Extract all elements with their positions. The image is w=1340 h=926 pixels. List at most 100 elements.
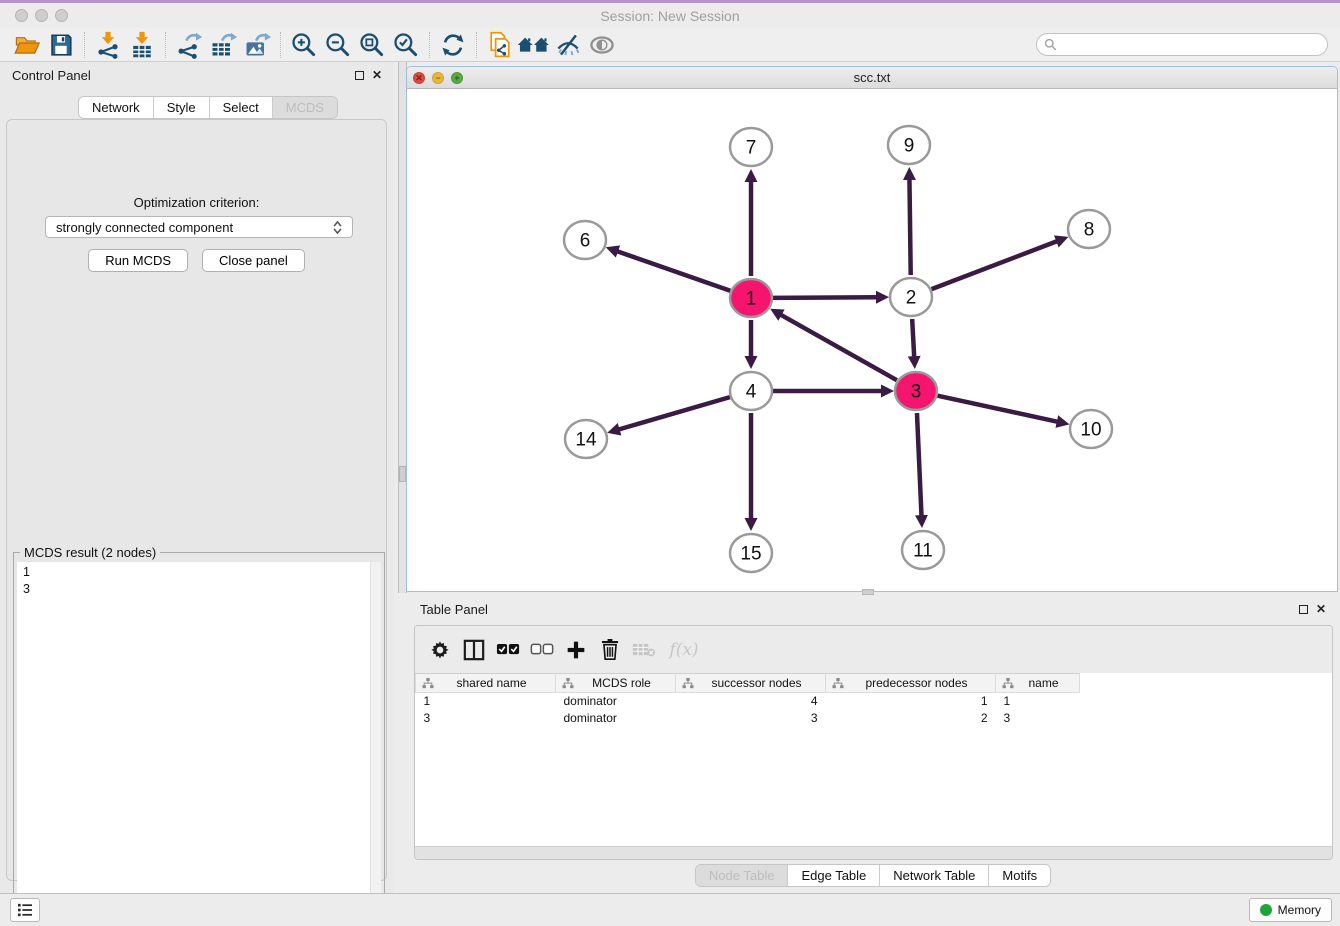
table-row[interactable]: 1dominator411 bbox=[416, 693, 1333, 710]
edge-2-9[interactable] bbox=[909, 179, 910, 275]
column-header-successor-nodes[interactable]: successor nodes bbox=[676, 674, 826, 693]
dropdown-stepper-icon bbox=[333, 221, 342, 234]
column-header-MCDS-role[interactable]: MCDS role bbox=[556, 674, 676, 693]
node-1[interactable]: 1 bbox=[730, 279, 772, 317]
import-network-icon[interactable] bbox=[91, 30, 125, 60]
close-table-panel-icon[interactable]: ✕ bbox=[1316, 603, 1326, 615]
float-panel-icon[interactable] bbox=[355, 71, 364, 80]
column-header-name[interactable]: name bbox=[996, 674, 1080, 693]
node-8[interactable]: 8 bbox=[1068, 210, 1110, 248]
node-14[interactable]: 14 bbox=[565, 420, 607, 458]
cell[interactable]: 1 bbox=[416, 693, 556, 710]
delete-table-icon bbox=[629, 635, 659, 665]
column-header-predecessor-nodes[interactable]: predecessor nodes bbox=[826, 674, 996, 693]
node-11[interactable]: 11 bbox=[902, 531, 944, 569]
table-row[interactable]: 3dominator323 bbox=[416, 710, 1333, 727]
node-15[interactable]: 15 bbox=[730, 534, 772, 572]
tab-network-table[interactable]: Network Table bbox=[880, 865, 989, 886]
cell[interactable]: 3 bbox=[416, 710, 556, 727]
export-network-icon[interactable] bbox=[172, 30, 206, 60]
vertical-splitter-grip[interactable] bbox=[399, 466, 406, 482]
cell[interactable]: 2 bbox=[826, 710, 996, 727]
open-session-icon[interactable] bbox=[10, 30, 44, 60]
node-4[interactable]: 4 bbox=[730, 372, 772, 410]
list-icon bbox=[17, 903, 33, 917]
export-image-icon[interactable] bbox=[240, 30, 274, 60]
cell[interactable]: 3 bbox=[676, 710, 826, 727]
node-table: shared nameMCDS rolesuccessor nodesprede… bbox=[415, 673, 1332, 727]
node-10[interactable]: 10 bbox=[1070, 410, 1112, 448]
attributes-gear-icon[interactable] bbox=[425, 635, 455, 665]
cell[interactable]: 3 bbox=[996, 710, 1080, 727]
home-icon[interactable] bbox=[517, 30, 551, 60]
edge-2-8[interactable] bbox=[932, 241, 1058, 289]
node-6[interactable]: 6 bbox=[564, 221, 606, 259]
optimization-label: Optimization criterion: bbox=[7, 195, 386, 210]
delete-column-icon[interactable] bbox=[595, 635, 625, 665]
add-column-icon[interactable] bbox=[561, 635, 591, 665]
refresh-icon[interactable] bbox=[436, 30, 470, 60]
search-box[interactable] bbox=[1036, 33, 1328, 56]
node-2[interactable]: 2 bbox=[890, 278, 932, 316]
edge-1-6[interactable] bbox=[617, 251, 730, 291]
toolbar-separator bbox=[165, 32, 166, 58]
node-7[interactable]: 7 bbox=[730, 128, 772, 166]
memory-button[interactable]: Memory bbox=[1249, 898, 1332, 922]
import-table-icon[interactable] bbox=[125, 30, 159, 60]
close-panel-button[interactable]: Close panel bbox=[202, 249, 305, 272]
cell[interactable]: 1 bbox=[996, 693, 1080, 710]
split-panel-icon[interactable] bbox=[459, 635, 489, 665]
svg-text:10: 10 bbox=[1080, 420, 1101, 441]
style-preview-icon[interactable] bbox=[551, 30, 585, 60]
export-table-icon[interactable] bbox=[206, 30, 240, 60]
cell[interactable]: 1 bbox=[826, 693, 996, 710]
search-input[interactable] bbox=[1061, 38, 1327, 52]
node-table-header: shared nameMCDS rolesuccessor nodesprede… bbox=[416, 674, 1333, 693]
network-canvas[interactable]: 1 2 3 4 6 7 8 9 10 11 14 15 bbox=[407, 89, 1337, 592]
toolbar-separator bbox=[84, 32, 85, 58]
cell[interactable]: dominator bbox=[556, 693, 676, 710]
zoom-in-icon[interactable] bbox=[287, 30, 321, 60]
tab-node-table[interactable]: Node Table bbox=[696, 865, 789, 886]
edge-3-11[interactable] bbox=[917, 413, 922, 516]
save-session-icon[interactable] bbox=[44, 30, 78, 60]
node-3[interactable]: 3 bbox=[895, 372, 937, 410]
tab-network[interactable]: Network bbox=[79, 97, 154, 118]
deselect-all-columns-icon[interactable] bbox=[527, 635, 557, 665]
svg-text:3: 3 bbox=[911, 382, 922, 403]
edge-4-14[interactable] bbox=[619, 397, 730, 429]
mcds-result-scrollbar[interactable] bbox=[370, 562, 381, 925]
tab-edge-table[interactable]: Edge Table bbox=[788, 865, 880, 886]
edge-1-2[interactable] bbox=[773, 297, 877, 298]
tab-select[interactable]: Select bbox=[210, 97, 273, 118]
application-window: Session: New Session Control Panel ✕ Net… bbox=[0, 0, 1340, 926]
svg-text:11: 11 bbox=[913, 541, 933, 562]
svg-text:7: 7 bbox=[746, 138, 757, 159]
select-all-columns-icon[interactable] bbox=[493, 635, 523, 665]
edge-3-1[interactable] bbox=[781, 315, 897, 381]
tab-mcds[interactable]: MCDS bbox=[273, 97, 337, 118]
task-history-button[interactable] bbox=[10, 898, 40, 922]
edge-3-10[interactable] bbox=[937, 396, 1057, 422]
column-header-shared-name[interactable]: shared name bbox=[416, 674, 556, 693]
mcds-result-group: MCDS result (2 nodes) 1 3 bbox=[13, 552, 385, 926]
cell[interactable]: dominator bbox=[556, 710, 676, 727]
zoom-fit-icon[interactable] bbox=[355, 30, 389, 60]
toolbar-separator bbox=[429, 32, 430, 58]
zoom-out-icon[interactable] bbox=[321, 30, 355, 60]
float-table-panel-icon[interactable] bbox=[1299, 605, 1308, 614]
optimization-dropdown[interactable]: strongly connected component bbox=[45, 216, 353, 238]
run-mcds-button[interactable]: Run MCDS bbox=[88, 249, 188, 272]
mcds-result-text[interactable]: 1 3 bbox=[17, 562, 381, 925]
network-window-titlebar[interactable]: ✕ − + scc.txt bbox=[407, 67, 1337, 89]
close-panel-icon[interactable]: ✕ bbox=[372, 69, 382, 81]
tab-style[interactable]: Style bbox=[154, 97, 210, 118]
cell[interactable]: 4 bbox=[676, 693, 826, 710]
zoom-selected-icon[interactable] bbox=[389, 30, 423, 60]
edge-2-3[interactable] bbox=[912, 319, 914, 357]
table-scroll-strip[interactable] bbox=[415, 846, 1332, 859]
node-9[interactable]: 9 bbox=[888, 126, 930, 164]
horizontal-splitter-grip[interactable] bbox=[862, 589, 874, 595]
tab-motifs[interactable]: Motifs bbox=[989, 865, 1050, 886]
duplicate-network-icon[interactable] bbox=[483, 30, 517, 60]
